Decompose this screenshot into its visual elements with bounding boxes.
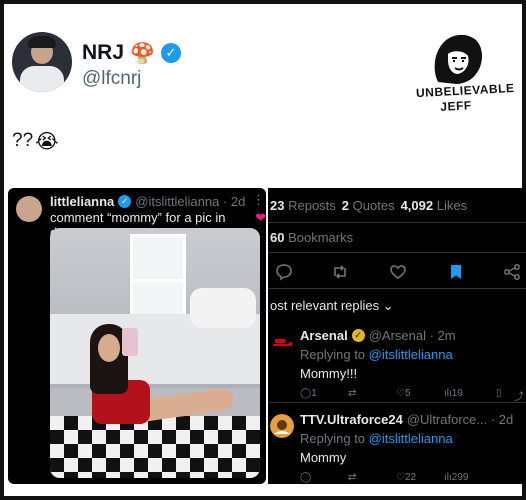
repost-icon[interactable]: ⇄ xyxy=(348,388,356,399)
reply-name[interactable]: Arsenal xyxy=(300,328,348,343)
reply-author: TTV.Ultraforce24 @Ultraforce... · 2d xyxy=(300,412,513,427)
crying-face-icon: 😭 xyxy=(35,129,59,153)
repost-icon[interactable]: ⇄ xyxy=(348,472,356,483)
bookmark-icon[interactable]: ▯ xyxy=(496,388,502,399)
tweet-body: ?? xyxy=(12,130,34,151)
logo-line-2: JEFF xyxy=(439,98,473,114)
verified-badge-icon: ✓ xyxy=(160,43,181,63)
reply-icon[interactable]: ◯ xyxy=(300,472,311,483)
reply-comment-count[interactable]: ◯1 xyxy=(300,388,317,399)
ultraforce-avatar[interactable] xyxy=(270,414,294,438)
quoted-tweet-panel[interactable]: littlelianna ✓ @itslittlelianna · 2d ⋮ c… xyxy=(8,188,266,484)
bookmarks-stat[interactable]: 60 Bookmarks xyxy=(270,230,353,245)
tweet-text: ?? 😭 xyxy=(12,129,59,153)
replying-to-link[interactable]: @itslittlelianna xyxy=(369,347,453,362)
author-display-name[interactable]: NRJ xyxy=(82,41,124,65)
reply-view-count[interactable]: ılı19 xyxy=(444,388,463,399)
tweet-detail-panel: 23 Reposts 2 Quotes 4,092 Likes 60 Bookm… xyxy=(268,188,526,484)
divider xyxy=(268,252,526,253)
author-avatar[interactable] xyxy=(12,32,72,92)
arsenal-avatar[interactable] xyxy=(270,330,294,354)
reply-handle-time: @Ultraforce... · 2d xyxy=(406,412,514,427)
verified-badge-icon: ✓ xyxy=(118,195,132,208)
reposts-stat[interactable]: 23 Reposts xyxy=(270,198,336,213)
verified-org-icon: ✓ xyxy=(351,329,365,342)
quotes-stat[interactable]: 2 Quotes xyxy=(342,198,395,213)
reply-text: Mommy!!! xyxy=(300,366,358,381)
reply-author: Arsenal ✓ @Arsenal · 2m xyxy=(300,328,456,343)
bookmark-icon[interactable] xyxy=(446,262,466,282)
quoted-display-name[interactable]: littlelianna xyxy=(50,194,114,209)
reply-handle-time: @Arsenal · 2m xyxy=(368,328,456,343)
engagement-stats: 23 Reposts 2 Quotes 4,092 Likes xyxy=(270,198,467,213)
repost-icon[interactable] xyxy=(330,262,350,282)
share-icon[interactable]: ⤴ xyxy=(514,388,524,403)
reply-like-count[interactable]: ♡5 xyxy=(396,388,411,399)
divider xyxy=(268,288,526,289)
reply-item[interactable]: Arsenal ✓ @Arsenal · 2m Replying to @its… xyxy=(268,324,526,404)
quoted-avatar[interactable] xyxy=(16,196,42,222)
share-icon[interactable] xyxy=(502,262,522,282)
replying-to: Replying to @itslittlelianna xyxy=(300,347,453,362)
reply-view-count[interactable]: ılı299 xyxy=(444,472,468,483)
likes-stat[interactable]: 4,092 Likes xyxy=(401,198,468,213)
author-handle[interactable]: @lfcnrj xyxy=(82,68,141,90)
screenshot-frame: NRJ 🍄 ✓ @lfcnrj UNBELIEVABLE JEFF ?? 😭 l… xyxy=(0,0,526,500)
mushroom-icon: 🍄 xyxy=(130,41,155,65)
more-options-icon[interactable]: ⋮ xyxy=(252,192,265,208)
reply-text: Mommy xyxy=(300,450,347,465)
divider xyxy=(268,222,526,223)
reply-icon[interactable] xyxy=(274,262,294,282)
action-bar xyxy=(268,262,526,284)
quoted-header: littlelianna ✓ @itslittlelianna · 2d xyxy=(50,194,245,209)
divider xyxy=(268,402,526,403)
quoted-handle-time: @itslittlelianna · 2d xyxy=(135,194,246,209)
reply-name[interactable]: TTV.Ultraforce24 xyxy=(300,412,403,427)
replying-to-link[interactable]: @itslittlelianna xyxy=(369,431,453,446)
like-icon[interactable] xyxy=(388,262,408,282)
quoted-photo[interactable] xyxy=(50,228,260,478)
unbelievable-jeff-logo: UNBELIEVABLE JEFF xyxy=(416,30,515,120)
author-name-row: NRJ 🍄 ✓ xyxy=(82,40,181,66)
reply-item[interactable]: TTV.Ultraforce24 @Ultraforce... · 2d Rep… xyxy=(268,408,526,484)
replying-to: Replying to @itslittlelianna xyxy=(300,431,453,446)
replies-sort-dropdown[interactable]: ost relevant replies ⌄ xyxy=(270,298,394,314)
reply-like-count[interactable]: ♡22 xyxy=(396,472,416,483)
